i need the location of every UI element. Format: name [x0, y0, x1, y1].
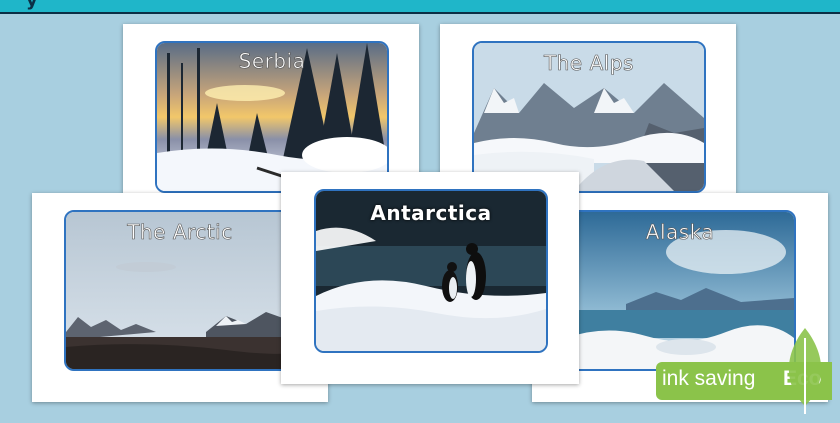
ink-saving-label: ink saving — [662, 367, 756, 390]
photo-arctic: The Arctic — [64, 210, 296, 371]
photo-alaska: Alaska — [564, 210, 796, 371]
card-antarctica: Antarctica — [281, 172, 579, 384]
photo-serbia: Serbia — [155, 41, 389, 193]
label-serbia: Serbia — [238, 49, 306, 74]
label-arctic: The Arctic — [127, 220, 233, 245]
header-strip: y — [0, 0, 840, 14]
photo-antarctica: Antarctica — [314, 189, 548, 353]
photo-alps: The Alps — [472, 41, 706, 193]
card-alps: The Alps — [440, 24, 736, 194]
label-alaska: Alaska — [645, 220, 715, 245]
label-antarctica: Antarctica — [370, 201, 492, 225]
label-alps: The Alps — [544, 51, 634, 76]
header-text: y — [26, 0, 39, 11]
leaf-icon — [788, 328, 822, 414]
card-serbia: Serbia — [123, 24, 419, 194]
